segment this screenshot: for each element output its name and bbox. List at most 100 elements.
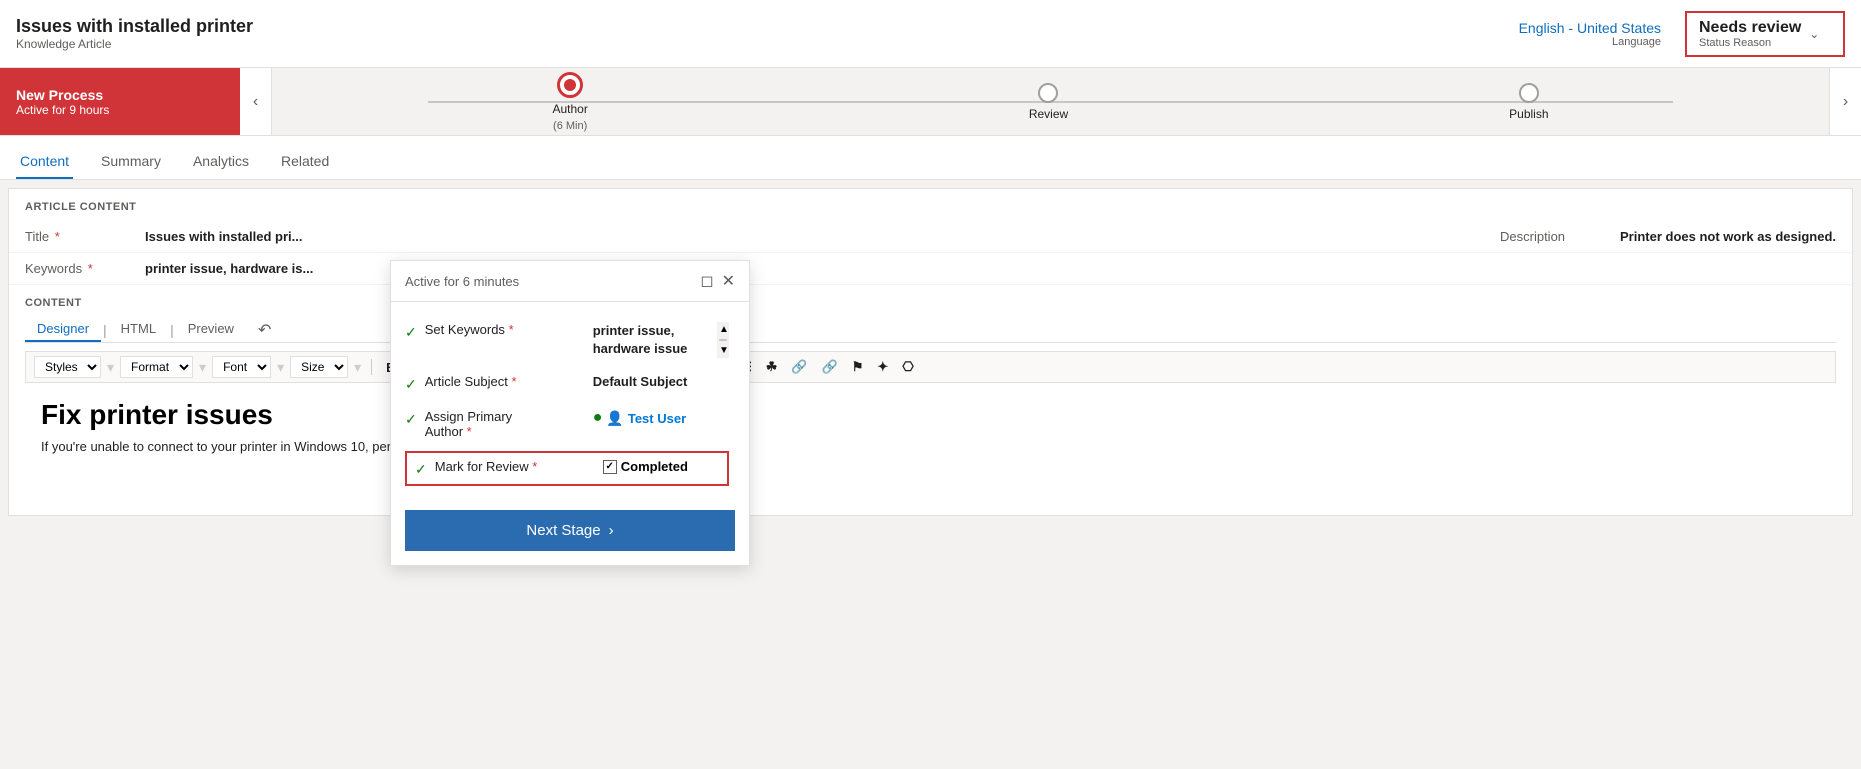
editor-toolbar: Styles ▾ Format ▾ Font ▾ Size ▾ B I U S … xyxy=(25,351,1836,383)
editor-tab-sep1: | xyxy=(103,322,107,338)
field-row-keywords: Keywords * printer issue, hardware is... xyxy=(9,253,1852,285)
article-subtitle: Knowledge Article xyxy=(16,37,253,51)
font-select[interactable]: Font xyxy=(212,356,271,378)
stage-circle-publish xyxy=(1519,83,1539,103)
header: Issues with installed printer Knowledge … xyxy=(0,0,1861,68)
undo-button[interactable]: ↶ xyxy=(258,320,271,340)
flyout-popup: Active for 6 minutes ◻ ✕ ✓ Set Keywords … xyxy=(390,260,750,566)
flag-button[interactable]: ⚑ xyxy=(848,357,868,377)
flyout-expand-button[interactable]: ◻ xyxy=(700,271,713,291)
required-indicator-keywords: * xyxy=(88,261,93,276)
flyout-value-keywords: printer issue,hardware issue xyxy=(593,322,729,358)
scroll-up-button[interactable]: ▲ xyxy=(717,322,729,337)
stage-circle-author xyxy=(557,72,583,98)
required-subject: * xyxy=(511,374,516,389)
editor-tab-designer[interactable]: Designer xyxy=(25,317,101,342)
field-label-keywords: Keywords * xyxy=(25,261,145,276)
process-nav-right-button[interactable]: › xyxy=(1829,68,1861,135)
format-select[interactable]: Format xyxy=(120,356,193,378)
editor-tab-preview[interactable]: Preview xyxy=(176,317,246,342)
flyout-label-keywords: Set Keywords * xyxy=(425,322,585,337)
image-button[interactable]: ☘ xyxy=(762,357,782,377)
keywords-scrollbar: ▲ ▼ xyxy=(717,322,729,358)
required-author: * xyxy=(467,424,472,439)
next-stage-arrow-icon: › xyxy=(609,522,614,539)
article-title: Issues with installed printer xyxy=(16,16,253,37)
stage-review[interactable]: Review xyxy=(1029,83,1068,121)
status-text-group: Needs review Status Reason xyxy=(1699,19,1801,49)
flyout-close-button[interactable]: ✕ xyxy=(722,271,735,291)
description-value: Printer does not work as designed. xyxy=(1620,229,1836,244)
check-icon-review: ✓ xyxy=(415,461,427,478)
flyout-label-review: Mark for Review * xyxy=(435,459,595,474)
completed-checkbox-icon: ✓ xyxy=(603,460,617,474)
field-row-title: Title * Issues with installed pri... Des… xyxy=(9,221,1852,253)
flyout-value-author[interactable]: Test User xyxy=(628,411,686,426)
field-value-title[interactable]: Issues with installed pri... xyxy=(145,229,1460,244)
size-select[interactable]: Size xyxy=(290,356,348,378)
header-right: English - United States Language Needs r… xyxy=(1519,11,1845,57)
source-button[interactable]: ⎔ xyxy=(898,357,917,377)
process-stages: Author (6 Min) Review Publish xyxy=(272,72,1829,132)
stage-author[interactable]: Author (6 Min) xyxy=(552,72,587,132)
required-indicator-title: * xyxy=(55,229,60,244)
main-content: ARTICLE CONTENT Title * Issues with inst… xyxy=(8,188,1853,516)
flyout-scroll-area: ✓ Set Keywords * printer issue,hardware … xyxy=(391,302,749,502)
link-button[interactable]: 🔗 xyxy=(787,357,811,377)
special-char-button[interactable]: ✦ xyxy=(873,357,892,377)
next-stage-button[interactable]: Next Stage › xyxy=(405,510,735,551)
flyout-header-actions: ◻ ✕ xyxy=(700,271,735,291)
header-left: Issues with installed printer Knowledge … xyxy=(16,16,253,51)
flyout-value-review[interactable]: ✓ Completed xyxy=(603,459,688,474)
editor-heading: Fix printer issues xyxy=(41,399,1820,431)
stage-label-review: Review xyxy=(1029,107,1068,121)
toolbar-sep3: ▾ xyxy=(277,359,284,376)
language-value: English - United States xyxy=(1519,20,1661,36)
toolbar-sep2: ▾ xyxy=(199,359,206,376)
toolbar-divider1 xyxy=(371,359,372,375)
required-keywords: * xyxy=(509,322,514,337)
scroll-thumb xyxy=(719,339,727,341)
editor-tab-sep2: | xyxy=(170,322,174,338)
status-value: Needs review xyxy=(1699,19,1801,37)
user-icon: 👤 xyxy=(606,410,623,427)
styles-select[interactable]: Styles xyxy=(34,356,101,378)
content-section-label: CONTENT xyxy=(25,297,1836,309)
unlink-button[interactable]: 🔗 xyxy=(818,357,842,377)
flyout-row-keywords: ✓ Set Keywords * printer issue,hardware … xyxy=(405,314,729,366)
content-section: CONTENT Designer | HTML | Preview ↶ Styl… xyxy=(9,285,1852,515)
editor-body[interactable]: Fix printer issues If you're unable to c… xyxy=(25,383,1836,503)
toolbar-sep4: ▾ xyxy=(354,359,361,376)
stage-circle-review xyxy=(1038,83,1058,103)
new-process-stage: New Process Active for 9 hours xyxy=(0,68,240,135)
language-label: Language xyxy=(1519,36,1661,48)
stage-label-publish: Publish xyxy=(1509,107,1548,121)
chevron-down-icon: ⌄ xyxy=(1809,27,1819,41)
process-subtitle: Active for 9 hours xyxy=(16,103,224,117)
process-nav-left-button[interactable]: ‹ xyxy=(240,68,272,135)
flyout-value-keywords-container: printer issue,hardware issue ▲ ▼ xyxy=(593,322,729,358)
flyout-value-subject: Default Subject xyxy=(593,374,688,389)
stage-label-author: Author xyxy=(552,102,587,116)
flyout-body: ✓ Set Keywords * printer issue,hardware … xyxy=(391,302,749,502)
flyout-label-author: Assign PrimaryAuthor * xyxy=(425,409,585,439)
toolbar-sep1: ▾ xyxy=(107,359,114,376)
process-bar: New Process Active for 9 hours ‹ Author … xyxy=(0,68,1861,136)
editor-tab-html[interactable]: HTML xyxy=(109,317,168,342)
status-section[interactable]: Needs review Status Reason ⌄ xyxy=(1685,11,1845,57)
tab-content[interactable]: Content xyxy=(16,145,73,179)
stage-sublabel-author: (6 Min) xyxy=(553,120,587,132)
tab-summary[interactable]: Summary xyxy=(97,145,165,179)
check-icon-keywords: ✓ xyxy=(405,324,417,341)
language-section[interactable]: English - United States Language xyxy=(1519,20,1661,48)
scroll-down-button[interactable]: ▼ xyxy=(717,343,729,358)
status-label: Status Reason xyxy=(1699,37,1801,49)
next-stage-label: Next Stage xyxy=(526,522,600,539)
check-icon-author: ✓ xyxy=(405,411,417,428)
tab-analytics[interactable]: Analytics xyxy=(189,145,253,179)
field-label-title: Title * xyxy=(25,229,145,244)
description-label: Description xyxy=(1500,229,1620,244)
tab-related[interactable]: Related xyxy=(277,145,333,179)
stage-publish[interactable]: Publish xyxy=(1509,83,1548,121)
flyout-value-author-container: ● 👤 Test User xyxy=(593,409,686,427)
